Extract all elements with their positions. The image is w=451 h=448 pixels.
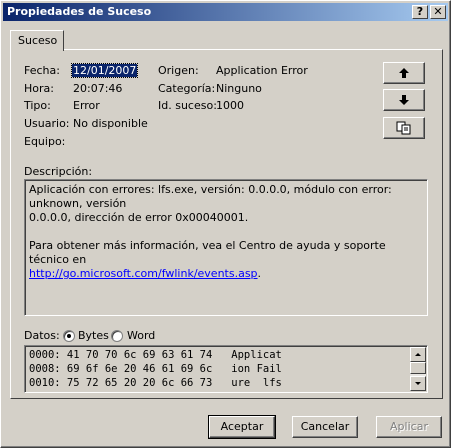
hex-line: 0010: 75 72 65 20 20 6c 66 73 ure lfs xyxy=(29,377,282,389)
categoria-value[interactable]: Ninguno xyxy=(216,82,262,95)
origen-value[interactable]: Application Error xyxy=(216,64,308,77)
title-bar[interactable]: Propiedades de Suceso ? ✕ xyxy=(3,3,448,21)
aplicar-button[interactable]: Aplicar xyxy=(376,416,442,438)
word-label[interactable]: Word xyxy=(127,329,155,342)
id-suceso-label: Id. suceso: xyxy=(158,99,217,112)
hora-value[interactable]: 20:07:46 xyxy=(73,82,122,95)
description-line-3: Para obtener más información, vea el Cen… xyxy=(29,239,386,266)
fecha-value[interactable]: 12/01/2007 xyxy=(70,63,139,78)
datos-label: Datos: xyxy=(24,329,60,342)
scroll-down-button[interactable] xyxy=(410,376,426,391)
cancelar-button[interactable]: Cancelar xyxy=(292,416,358,438)
data-hex-box[interactable]: 0000: 41 70 70 6c 69 63 61 74 Applicat 0… xyxy=(24,345,428,393)
fecha-label: Fecha: xyxy=(24,64,60,77)
id-suceso-value[interactable]: 1000 xyxy=(216,99,244,112)
usuario-value[interactable]: No disponible xyxy=(73,117,148,130)
scroll-down-icon xyxy=(415,382,421,385)
descripcion-label: Descripción: xyxy=(24,165,93,178)
arrow-up-icon xyxy=(399,68,409,78)
bytes-radio[interactable] xyxy=(63,330,75,342)
description-textbox[interactable]: Aplicación con errores: lfs.exe, versión… xyxy=(24,179,428,316)
hex-line: 0008: 69 6f 6e 20 46 61 69 6c ion Fail xyxy=(29,363,282,375)
event-properties-window: Propiedades de Suceso ? ✕ Suceso Fecha: … xyxy=(0,0,451,448)
hora-label: Hora: xyxy=(24,82,54,95)
hex-line: 0000: 41 70 70 6c 69 63 61 74 Applicat xyxy=(29,349,282,361)
tab-suceso[interactable]: Suceso xyxy=(10,30,64,51)
link-suffix: . xyxy=(257,267,262,280)
copy-button[interactable] xyxy=(383,117,425,139)
description-line-1: Aplicación con errores: lfs.exe, versión… xyxy=(29,183,392,210)
origen-label: Origen: xyxy=(158,64,199,77)
usuario-label: Usuario: xyxy=(24,117,70,130)
description-line-2: 0.0.0.0, dirección de error 0x00040001. xyxy=(29,211,249,224)
help-button[interactable]: ? xyxy=(412,5,428,19)
help-link[interactable]: http://go.microsoft.com/fwlink/events.as… xyxy=(29,267,258,280)
scroll-up-button[interactable] xyxy=(410,347,426,362)
window-title: Propiedades de Suceso xyxy=(7,5,152,18)
tipo-label: Tipo: xyxy=(24,99,51,112)
bytes-label[interactable]: Bytes xyxy=(78,329,109,342)
categoria-label: Categoría: xyxy=(158,82,216,95)
copy-icon xyxy=(396,121,411,135)
word-radio[interactable] xyxy=(111,330,123,342)
scroll-thumb[interactable] xyxy=(410,362,426,374)
tab-suceso-label: Suceso xyxy=(18,34,58,47)
hex-scrollbar[interactable] xyxy=(410,347,426,391)
previous-event-button[interactable] xyxy=(383,62,425,84)
equipo-label: Equipo: xyxy=(24,135,66,148)
scroll-up-icon xyxy=(415,353,421,356)
close-button[interactable]: ✕ xyxy=(430,5,446,19)
arrow-down-icon xyxy=(399,95,409,105)
next-event-button[interactable] xyxy=(383,89,425,111)
aceptar-button[interactable]: Aceptar xyxy=(208,415,276,439)
tipo-value[interactable]: Error xyxy=(73,99,100,112)
